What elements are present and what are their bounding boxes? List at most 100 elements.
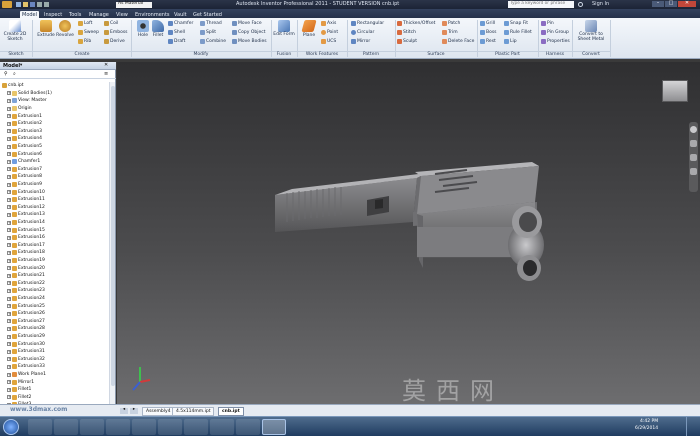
filter-icon[interactable]: ⚲	[4, 72, 8, 77]
tree-item[interactable]: + Extrusion26	[7, 310, 45, 318]
app-menu-icon[interactable]	[2, 1, 12, 8]
clock-date[interactable]: 6/29/2014	[635, 426, 658, 432]
tree-item[interactable]: + Extrusion2	[7, 120, 42, 128]
maximize-button[interactable]: □	[665, 1, 677, 7]
minimize-button[interactable]: –	[652, 1, 664, 7]
close-panel-icon[interactable]: ✕	[104, 63, 108, 68]
tree-item[interactable]: + Extrusion3	[7, 128, 42, 136]
tree-item[interactable]: + Extrusion29	[7, 333, 45, 341]
chamfer-button[interactable]: Chamfer	[168, 20, 193, 27]
tree-item[interactable]: + Extrusion15	[7, 226, 45, 234]
tree-item[interactable]: + Extrusion11	[7, 196, 45, 204]
expand-icon[interactable]: +	[7, 372, 11, 377]
expand-icon[interactable]: +	[7, 220, 11, 225]
expand-icon[interactable]: +	[7, 129, 11, 134]
expand-icon[interactable]: +	[7, 152, 11, 157]
expand-icon[interactable]: +	[7, 387, 11, 392]
doc-tab-45x114mm[interactable]: 4.5x114mm.ipt	[172, 407, 215, 416]
derive-button[interactable]: Derive	[104, 38, 125, 45]
tree-item[interactable]: + Extrusion30	[7, 340, 45, 348]
snap-fit-button[interactable]: Snap Fit	[504, 20, 528, 27]
tree-item[interactable]: + Extrusion5	[7, 143, 42, 151]
tree-item[interactable]: + Extrusion16	[7, 234, 45, 242]
scrollbar-thumb[interactable]	[110, 86, 115, 386]
tree-item[interactable]: + Fillet2	[7, 394, 31, 402]
zoom-icon[interactable]	[690, 154, 697, 161]
taskbar-spotify[interactable]	[210, 419, 234, 435]
redo-icon[interactable]	[44, 1, 49, 7]
tree-item[interactable]: + Extrusion10	[7, 188, 45, 196]
create-2d-sketch-button[interactable]: Create 2D Sketch	[2, 20, 28, 42]
expand-icon[interactable]: +	[7, 205, 11, 210]
taskbar-chrome[interactable]	[132, 419, 156, 435]
tree-item[interactable]: + Extrusion24	[7, 295, 45, 303]
expand-icon[interactable]: +	[7, 304, 11, 309]
tab-view[interactable]: View	[114, 11, 130, 18]
lip-button[interactable]: Lip	[504, 38, 517, 45]
tab-tools[interactable]: Tools	[67, 11, 83, 18]
tree-item[interactable]: + Extrusion19	[7, 257, 45, 265]
tab-manage[interactable]: Manage	[87, 11, 111, 18]
ucs-button[interactable]: UCS	[321, 38, 336, 45]
tree-item[interactable]: + Extrusion14	[7, 219, 45, 227]
tree-item[interactable]: + Extrusion33	[7, 363, 45, 371]
tree-item[interactable]: + Extrusion25	[7, 302, 45, 310]
thicken-offset-button[interactable]: Thicken/Offset	[397, 20, 435, 27]
expand-icon[interactable]: +	[7, 159, 11, 164]
combine-button[interactable]: Combine	[200, 38, 226, 45]
grill-button[interactable]: Grill	[480, 20, 495, 27]
pin-button[interactable]: Pin	[541, 20, 554, 27]
tree-item[interactable]: + Extrusion22	[7, 280, 45, 288]
new-icon[interactable]	[16, 1, 21, 7]
doc-tab-cnb[interactable]: cnb.ipt	[218, 407, 244, 416]
boss-button[interactable]: Boss	[480, 29, 497, 36]
taskbar-explorer[interactable]	[106, 419, 130, 435]
pan-icon[interactable]	[690, 140, 697, 147]
rectangular-pattern-button[interactable]: Rectangular	[351, 20, 384, 27]
expand-icon[interactable]: +	[7, 106, 11, 111]
expand-icon[interactable]: +	[7, 235, 11, 240]
stitch-button[interactable]: Stitch	[397, 29, 416, 36]
tree-item[interactable]: + Extrusion17	[7, 242, 45, 250]
tab-inspect[interactable]: Inspect	[42, 11, 64, 18]
tree-item[interactable]: + Extrusion31	[7, 348, 45, 356]
delete-face-button[interactable]: Delete Face	[442, 38, 474, 45]
move-bodies-button[interactable]: Move Bodies	[232, 38, 267, 45]
emboss-button[interactable]: Emboss	[104, 29, 128, 36]
split-button[interactable]: Split	[200, 29, 216, 36]
viewcube[interactable]	[662, 80, 688, 102]
copy-object-button[interactable]: Copy Object	[232, 29, 266, 36]
tab-vault[interactable]: Vault	[172, 11, 189, 18]
convert-to-sheet-metal-button[interactable]: Convert to Sheet Metal	[575, 20, 607, 42]
tree-item[interactable]: + Fillet1	[7, 386, 31, 394]
expand-icon[interactable]: +	[7, 364, 11, 369]
rule-fillet-button[interactable]: Rule Fillet	[504, 29, 532, 36]
expand-icon[interactable]: +	[7, 174, 11, 179]
tree-item[interactable]: + Extrusion18	[7, 249, 45, 257]
menu-icon[interactable]: ≡	[104, 72, 108, 77]
tree-item[interactable]: + Extrusion27	[7, 318, 45, 326]
material-dropdown[interactable]: As Material	[116, 1, 152, 8]
close-button[interactable]: ✕	[678, 1, 696, 7]
expand-icon[interactable]: +	[7, 349, 11, 354]
orbit-icon[interactable]	[690, 168, 697, 175]
mirror-button[interactable]: Mirror	[351, 38, 370, 45]
edit-form-button[interactable]: Edit Form	[271, 20, 297, 38]
taskbar-inventor[interactable]	[262, 419, 286, 435]
taskbar-folder[interactable]	[236, 419, 260, 435]
expand-icon[interactable]: +	[7, 281, 11, 286]
tree-item[interactable]: + Extrusion9	[7, 181, 42, 189]
search-icon[interactable]	[578, 1, 583, 7]
browser-title[interactable]: Model	[3, 63, 20, 69]
expand-icon[interactable]: +	[7, 136, 11, 141]
sculpt-button[interactable]: Sculpt	[397, 38, 417, 45]
tab-scroll-right[interactable]: ▸	[130, 407, 138, 414]
steering-wheel-icon[interactable]	[690, 126, 697, 133]
expand-icon[interactable]: +	[7, 258, 11, 263]
rib-button[interactable]: Rib	[78, 38, 91, 45]
taskbar-app[interactable]	[184, 419, 208, 435]
expand-icon[interactable]: +	[7, 250, 11, 255]
properties-button[interactable]: Properties	[541, 38, 570, 45]
save-icon[interactable]	[30, 1, 35, 7]
plane-button[interactable]: Plane	[296, 20, 322, 38]
